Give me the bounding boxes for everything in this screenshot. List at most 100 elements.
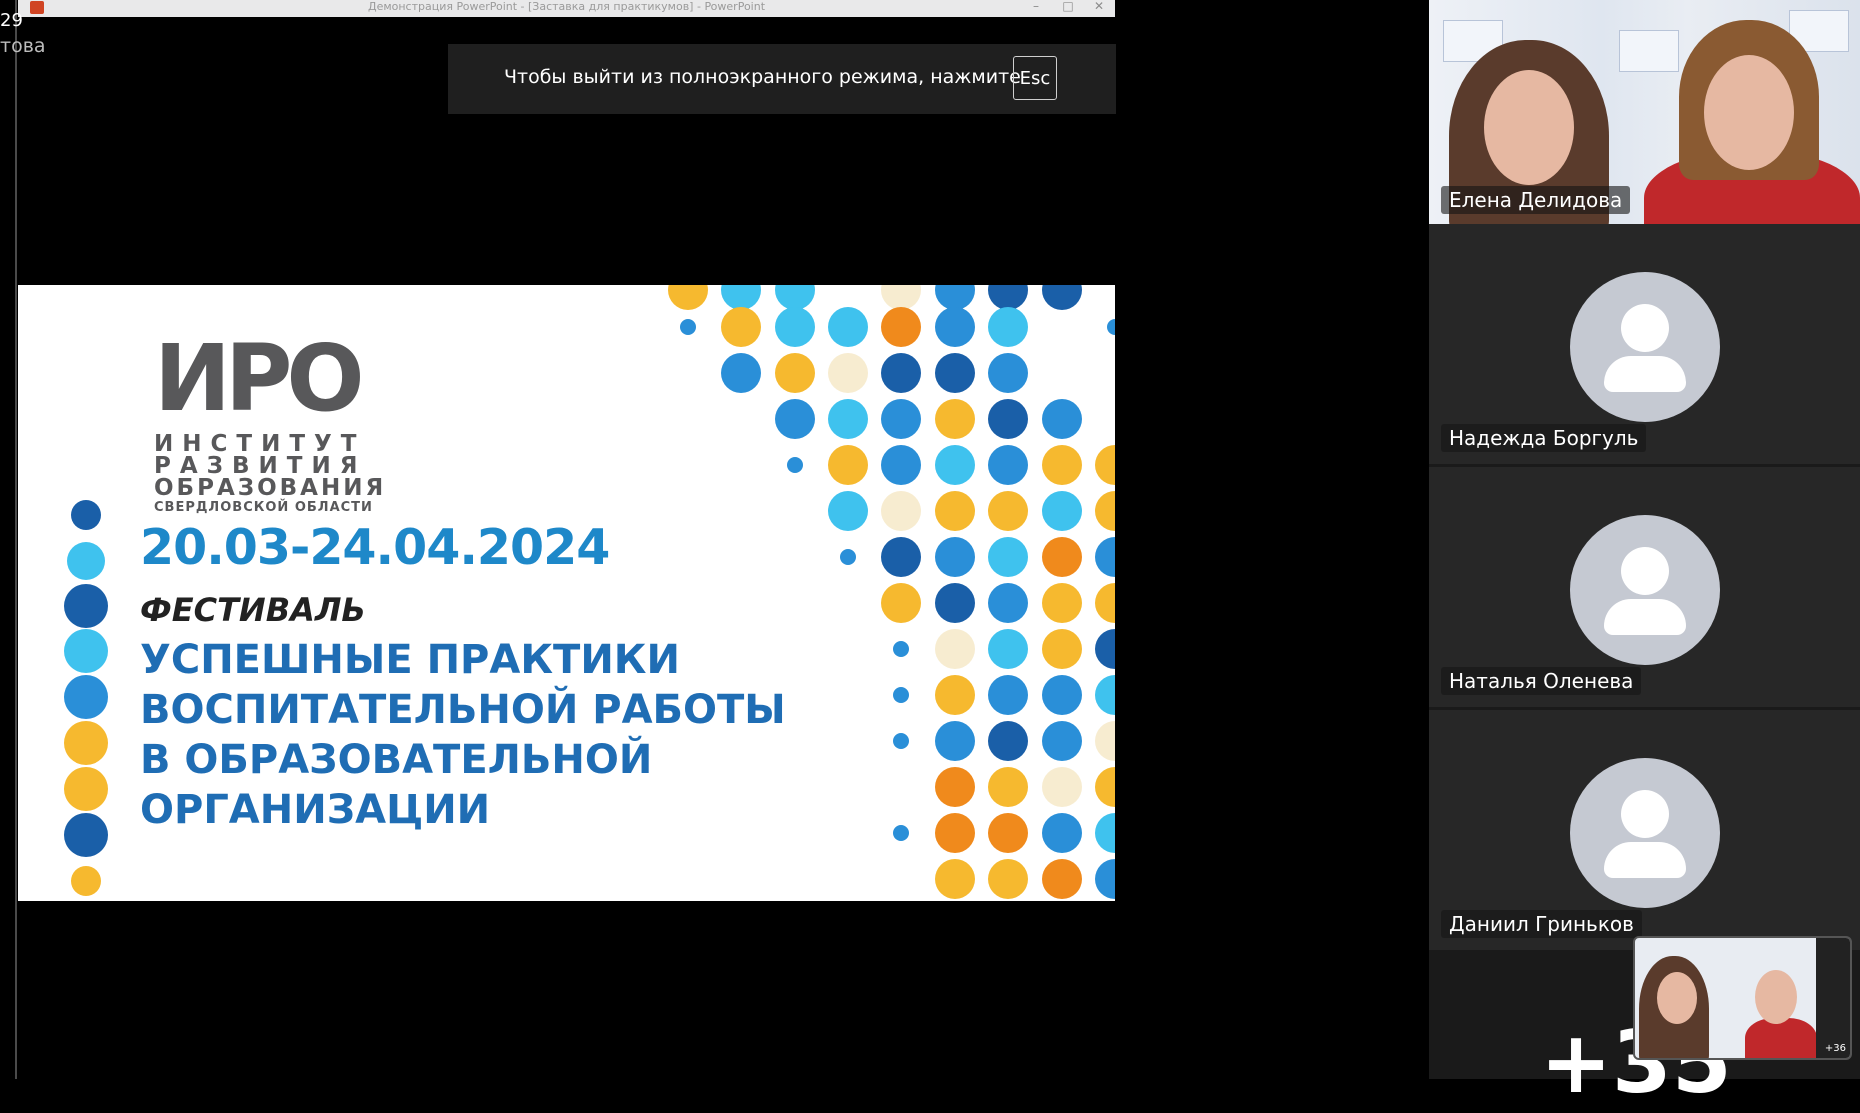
decorative-dot bbox=[935, 537, 975, 577]
decorative-dot bbox=[1042, 629, 1082, 669]
festival-headline: УСПЕШНЫЕ ПРАКТИКИ ВОСПИТАТЕЛЬНОЙ РАБОТЫ … bbox=[140, 635, 920, 835]
decorative-dot bbox=[935, 307, 975, 347]
logo-line-education: ОБРАЗОВАНИЯ bbox=[154, 475, 387, 501]
participant-tile[interactable]: Наталья Оленева bbox=[1429, 467, 1860, 707]
decorative-dot bbox=[988, 813, 1028, 853]
decorative-dot bbox=[935, 675, 975, 715]
decorative-dot bbox=[71, 500, 101, 530]
decorative-dot bbox=[1042, 583, 1082, 623]
decorative-dot bbox=[988, 307, 1028, 347]
decorative-dot bbox=[881, 399, 921, 439]
decorative-dot bbox=[828, 399, 868, 439]
iro-logo: ИРО bbox=[154, 325, 365, 432]
left-divider bbox=[15, 0, 17, 1079]
user-body-icon bbox=[1604, 842, 1686, 878]
decorative-dot bbox=[680, 319, 696, 335]
decorative-dot bbox=[935, 491, 975, 531]
decorative-dot bbox=[1095, 491, 1115, 531]
decorative-dot bbox=[64, 629, 108, 673]
decorative-dot bbox=[988, 399, 1028, 439]
participant-video: Елена Делидова bbox=[1429, 0, 1860, 224]
decorative-dot bbox=[67, 542, 105, 580]
decorative-dot bbox=[1095, 721, 1115, 761]
decorative-dot bbox=[988, 721, 1028, 761]
fullscreen-exit-notice: Чтобы выйти из полноэкранного режима, на… bbox=[448, 44, 1116, 114]
decorative-dot bbox=[828, 353, 868, 393]
user-head-icon bbox=[1621, 790, 1669, 838]
decorative-dot bbox=[64, 584, 108, 628]
mini-person-right bbox=[1745, 1018, 1817, 1058]
decorative-dot bbox=[1095, 629, 1115, 669]
minimize-button[interactable]: – bbox=[1021, 0, 1051, 17]
fullscreen-exit-text: Чтобы выйти из полноэкранного режима, на… bbox=[504, 66, 1021, 88]
decorative-dot bbox=[1042, 491, 1082, 531]
esc-key[interactable]: Esc bbox=[1013, 56, 1057, 100]
decorative-dot bbox=[828, 445, 868, 485]
decorative-dot bbox=[828, 491, 868, 531]
background-poster bbox=[1619, 30, 1679, 72]
decorative-dot bbox=[935, 859, 975, 899]
decorative-dot bbox=[1042, 537, 1082, 577]
decorative-dot bbox=[775, 353, 815, 393]
decorative-dot bbox=[1095, 813, 1115, 853]
decorative-dot bbox=[1095, 859, 1115, 899]
decorative-dot bbox=[988, 445, 1028, 485]
decorative-dot bbox=[935, 583, 975, 623]
decorative-dot bbox=[935, 767, 975, 807]
decorative-dot bbox=[988, 767, 1028, 807]
avatar bbox=[1570, 515, 1720, 665]
user-body-icon bbox=[1604, 599, 1686, 635]
avatar bbox=[1570, 272, 1720, 422]
decorative-dot bbox=[1095, 767, 1115, 807]
decorative-dot bbox=[1042, 859, 1082, 899]
decorative-dot bbox=[881, 353, 921, 393]
participant-name: Елена Делидова bbox=[1441, 186, 1631, 214]
decorative-dot bbox=[935, 399, 975, 439]
person-right-face bbox=[1704, 55, 1794, 170]
decorative-dot bbox=[1042, 767, 1082, 807]
decorative-dot bbox=[988, 537, 1028, 577]
window-title: Демонстрация PowerPoint - [Заставка для … bbox=[367, 0, 766, 13]
decorative-dot bbox=[64, 721, 108, 765]
participant-name: Надежда Боргуль bbox=[1441, 424, 1647, 452]
avatar bbox=[1570, 758, 1720, 908]
mini-face-right bbox=[1755, 970, 1797, 1024]
participants-panel: Елена Делидова Надежда Боргуль Наталья О… bbox=[1429, 0, 1860, 1079]
decorative-dot bbox=[881, 537, 921, 577]
decorative-dot bbox=[881, 583, 921, 623]
decorative-dot bbox=[1095, 537, 1115, 577]
festival-dates: 20.03-24.04.2024 bbox=[140, 519, 610, 576]
mini-participant-strip bbox=[1816, 938, 1850, 1058]
decorative-dot bbox=[828, 307, 868, 347]
decorative-dot bbox=[64, 813, 108, 857]
decorative-dot bbox=[988, 583, 1028, 623]
left-name-fragment: това bbox=[0, 35, 46, 57]
decorative-dot bbox=[1042, 721, 1082, 761]
decorative-dot bbox=[893, 641, 909, 657]
decorative-dot bbox=[935, 445, 975, 485]
decorative-dot bbox=[64, 767, 108, 811]
headline-line-3: В ОБРАЗОВАТЕЛЬНОЙ bbox=[140, 737, 653, 783]
decorative-dot bbox=[935, 721, 975, 761]
decorative-dot bbox=[881, 491, 921, 531]
left-time-fragment: 29 bbox=[0, 10, 23, 31]
headline-line-4: ОРГАНИЗАЦИИ bbox=[140, 787, 491, 833]
participant-tile[interactable]: Даниил Гриньков bbox=[1429, 710, 1860, 950]
self-view-thumbnail[interactable]: +36 bbox=[1633, 936, 1852, 1060]
decorative-dot bbox=[1095, 583, 1115, 623]
headline-line-2: ВОСПИТАТЕЛЬНОЙ РАБОТЫ bbox=[140, 687, 786, 733]
decorative-dot bbox=[1095, 445, 1115, 485]
decorative-dot bbox=[988, 491, 1028, 531]
mini-participant-count: +36 bbox=[1824, 1043, 1846, 1054]
presentation-slide: ИРО ИНСТИТУТ РАЗВИТИЯ ОБРАЗОВАНИЯ СВЕРДЛ… bbox=[18, 285, 1115, 901]
participant-tile[interactable]: Надежда Боргуль bbox=[1429, 224, 1860, 464]
decorative-dot bbox=[721, 353, 761, 393]
close-button[interactable]: ✕ bbox=[1084, 0, 1114, 17]
participant-tile-video[interactable]: Елена Делидова bbox=[1429, 0, 1860, 224]
decorative-dot bbox=[893, 733, 909, 749]
decorative-dot bbox=[893, 687, 909, 703]
decorative-dot bbox=[893, 825, 909, 841]
mini-face-left bbox=[1657, 972, 1697, 1024]
decorative-dot bbox=[775, 307, 815, 347]
maximize-button[interactable]: □ bbox=[1053, 0, 1083, 17]
